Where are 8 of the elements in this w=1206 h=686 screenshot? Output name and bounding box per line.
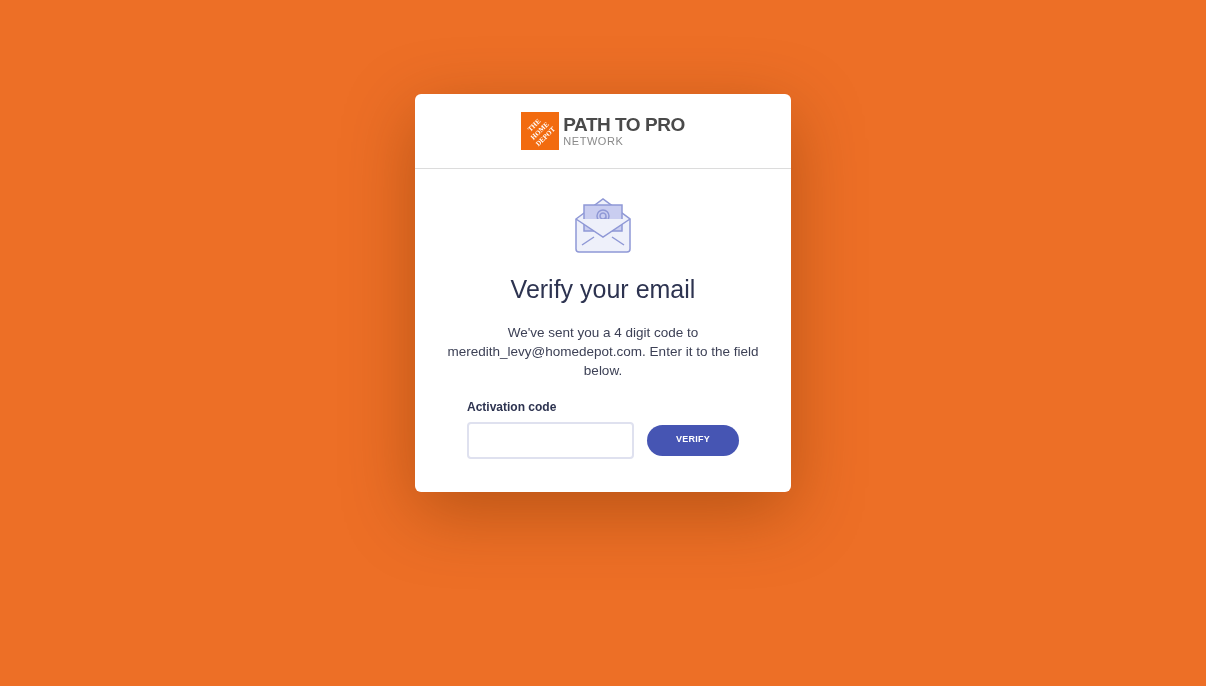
verify-button[interactable]: VERIFY [647,424,739,456]
brand-title: PATH TO PRO [563,115,685,135]
instruction-text: We've sent you a 4 digit code to meredith_levy@homedepot.com. Enter it to the field below. [446,323,760,380]
heading: Verify your email [510,274,696,305]
brand-subtitle: NETWORK [563,135,625,147]
activation-code-field[interactable] [467,421,634,459]
field-label: Activation code [467,398,558,416]
envelope-icon [574,197,632,253]
